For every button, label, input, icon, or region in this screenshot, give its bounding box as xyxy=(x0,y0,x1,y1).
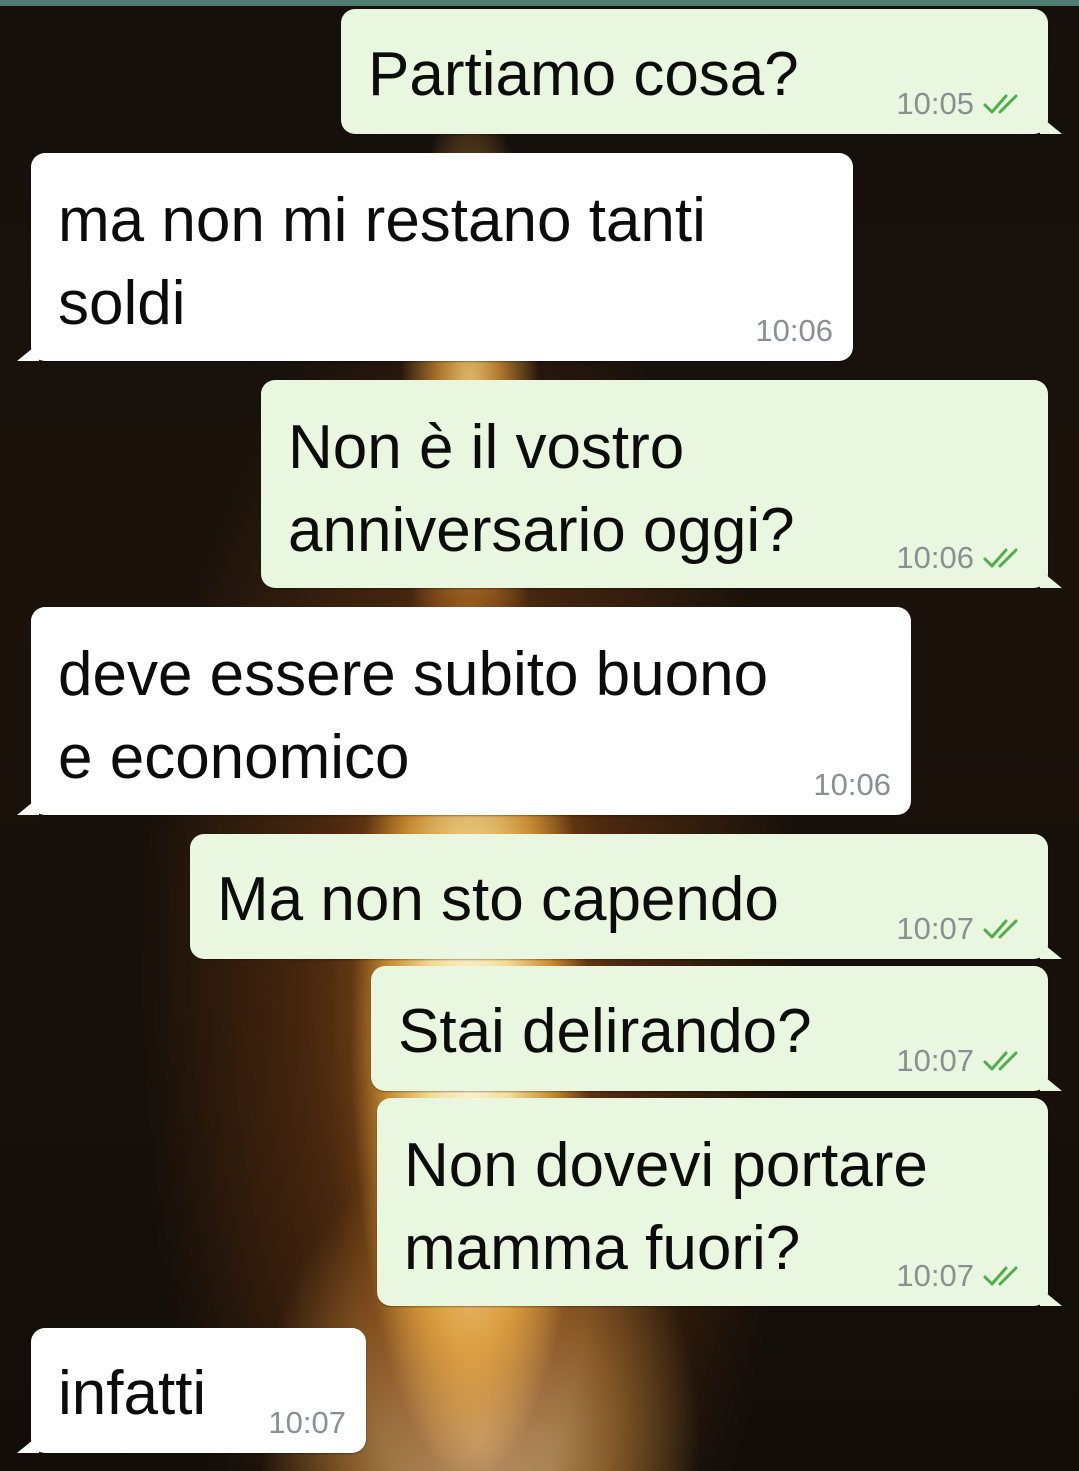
message-meta: 10:05 xyxy=(896,86,1028,122)
message-time: 10:06 xyxy=(813,767,891,802)
message-text: Stai delirando? xyxy=(398,997,812,1066)
message-text: Partiamo cosa? xyxy=(368,40,799,109)
message-time: 10:07 xyxy=(896,911,974,946)
message-text: ma non mi restano tanti soldi xyxy=(58,186,706,338)
double-check-icon xyxy=(983,919,1018,939)
message-text: Ma non sto capendo xyxy=(217,865,779,934)
outgoing-message-bubble[interactable]: Partiamo cosa? 10:05 xyxy=(341,9,1062,134)
message-meta: 10:07 xyxy=(896,911,1028,947)
double-check-icon xyxy=(983,1051,1018,1071)
message-time: 10:07 xyxy=(896,1258,974,1293)
message-time: 10:07 xyxy=(268,1405,346,1440)
outgoing-message-bubble[interactable]: Ma non sto capendo 10:07 xyxy=(190,834,1062,959)
message-meta: 10:06 xyxy=(755,313,833,349)
message-text: Non è il vostro anniversario oggi? xyxy=(288,413,795,565)
incoming-message-bubble[interactable]: infatti 10:07 xyxy=(17,1328,366,1453)
outgoing-message-bubble[interactable]: Non è il vostro anniversario oggi? 10:06 xyxy=(261,380,1062,588)
message-text: infatti xyxy=(58,1359,207,1428)
outgoing-message-bubble[interactable]: Non dovevi portare mamma fuori? 10:07 xyxy=(377,1098,1062,1306)
top-bar-edge xyxy=(0,0,1079,6)
message-meta: 10:06 xyxy=(896,540,1028,576)
message-meta: 10:06 xyxy=(813,767,891,803)
message-text: deve essere subito buono e economico xyxy=(58,640,769,792)
outgoing-message-bubble[interactable]: Stai delirando? 10:07 xyxy=(371,966,1062,1091)
message-meta: 10:07 xyxy=(896,1258,1028,1294)
double-check-icon xyxy=(983,1266,1018,1286)
message-time: 10:05 xyxy=(896,86,974,121)
message-time: 10:06 xyxy=(896,540,974,575)
message-text: Non dovevi portare mamma fuori? xyxy=(404,1131,928,1283)
incoming-message-bubble[interactable]: ma non mi restano tanti soldi 10:06 xyxy=(17,153,853,361)
message-time: 10:06 xyxy=(755,313,833,348)
double-check-icon xyxy=(983,548,1018,568)
double-check-icon xyxy=(983,94,1018,114)
incoming-message-bubble[interactable]: deve essere subito buono e economico 10:… xyxy=(17,607,911,815)
message-time: 10:07 xyxy=(896,1043,974,1078)
message-meta: 10:07 xyxy=(896,1043,1028,1079)
message-meta: 10:07 xyxy=(268,1405,346,1441)
